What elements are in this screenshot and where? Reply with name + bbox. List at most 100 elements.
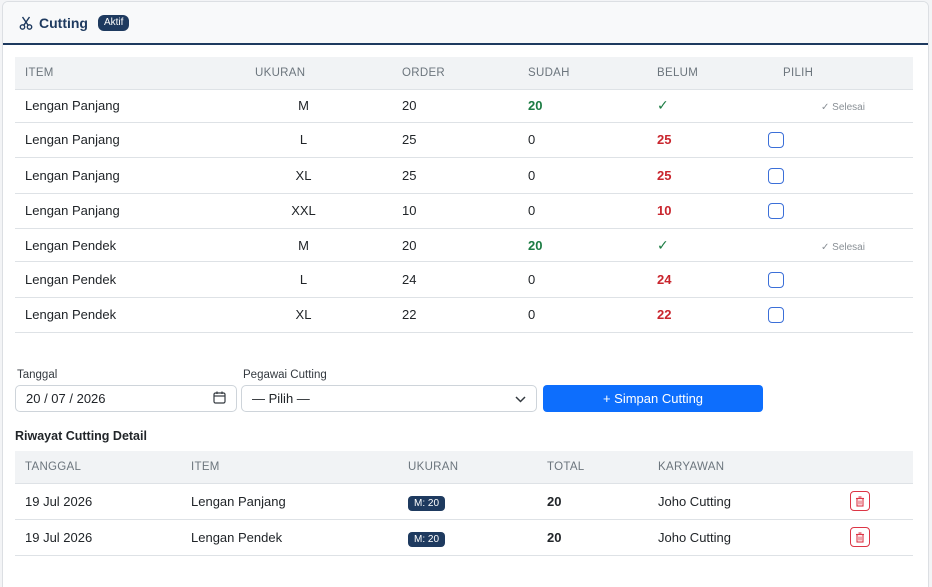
item-cell: Lengan Panjang — [15, 89, 245, 123]
tanggal-value: 20 / 07 / 2026 — [26, 391, 106, 406]
sudah-cell: 0 — [518, 261, 647, 298]
pilih-cell — [768, 122, 913, 158]
karyawan-cell: Joho Cutting — [648, 519, 830, 556]
order-cell: 25 — [392, 157, 518, 194]
table-row: Lengan Pendek L 24 0 24 — [15, 261, 913, 298]
belum-cell: 24 — [647, 261, 773, 298]
pilih-checkbox[interactable] — [768, 132, 784, 149]
sudah-cell: 0 — [518, 157, 647, 194]
item-cell: Lengan Pendek — [15, 297, 245, 333]
item-cell: Lengan Panjang — [15, 122, 245, 158]
total-cell: 20 — [537, 519, 648, 556]
history-title: Riwayat Cutting Detail — [15, 429, 147, 443]
status-badge: Aktif — [97, 14, 130, 31]
scissors-icon — [19, 16, 33, 30]
pilih-cell — [768, 157, 913, 194]
hist-ukuran-cell: M: 20 — [398, 519, 537, 556]
belum-cell: ✓ — [647, 89, 773, 123]
tanggal-field[interactable]: 20 / 07 / 2026 — [15, 385, 237, 412]
sudah-cell: 20 — [518, 89, 647, 123]
selesai-label: ✓ Selesai — [821, 102, 865, 113]
ukuran-cell: XXL — [245, 193, 392, 229]
col-total: TOTAL — [537, 451, 648, 484]
col-item: ITEM — [15, 57, 245, 90]
pilih-checkbox[interactable] — [768, 271, 784, 288]
pilih-checkbox[interactable] — [768, 203, 784, 220]
item-cell: Lengan Pendek — [15, 261, 245, 298]
pegawai-select[interactable]: — Pilih — — [241, 385, 537, 412]
karyawan-cell: Joho Cutting — [648, 483, 830, 520]
items-table-header: ITEM UKURAN ORDER SUDAH BELUM PILIH — [15, 57, 913, 90]
ukuran-cell: M — [245, 89, 392, 123]
order-cell: 20 — [392, 89, 518, 123]
pilih-cell: ✓ Selesai — [773, 89, 913, 123]
order-cell: 20 — [392, 228, 518, 262]
simpan-cutting-button[interactable]: + Simpan Cutting — [543, 385, 763, 412]
ukuran-cell: XL — [245, 297, 392, 333]
order-cell: 24 — [392, 261, 518, 298]
belum-cell: ✓ — [647, 228, 773, 262]
tanggal-label: Tanggal — [17, 369, 58, 381]
col-belum: BELUM — [647, 57, 773, 90]
col-hist-ukuran: UKURAN — [398, 451, 537, 484]
pilih-checkbox[interactable] — [768, 167, 784, 184]
history-row: 19 Jul 2026 Lengan Panjang M: 20 20 Joho Cut… — [15, 483, 913, 520]
tanggal-cell: 19 Jul 2026 — [15, 519, 181, 556]
table-row: Lengan Pendek M 20 20 ✓ ✓ Selesai — [15, 228, 913, 262]
hist-item-cell: Lengan Panjang — [181, 483, 398, 520]
pilih-cell — [768, 261, 913, 298]
col-pilih: PILIH — [773, 57, 913, 90]
pegawai-label: Pegawai Cutting — [243, 369, 327, 381]
history-row: 19 Jul 2026 Lengan Pendek M: 20 20 Joho Cutt… — [15, 519, 913, 556]
order-cell: 10 — [392, 193, 518, 229]
item-cell: Lengan Panjang — [15, 157, 245, 194]
col-sudah: SUDAH — [518, 57, 647, 90]
pilih-cell — [768, 297, 913, 333]
sudah-cell: 0 — [518, 193, 647, 229]
actions-cell — [830, 519, 913, 556]
ukuran-pill: M: 20 — [408, 531, 446, 547]
pegawai-selected: — Pilih — — [252, 391, 310, 406]
ukuran-cell: M — [245, 228, 392, 262]
pilih-cell — [768, 193, 913, 229]
sudah-cell: 20 — [518, 228, 647, 262]
table-row: Lengan Panjang XXL 10 0 10 — [15, 193, 913, 229]
table-row: Lengan Panjang XL 25 0 25 — [15, 157, 913, 194]
item-cell: Lengan Pendek — [15, 228, 245, 262]
calendar-icon[interactable] — [213, 391, 226, 407]
belum-cell: 25 — [647, 122, 773, 158]
delete-button[interactable] — [850, 491, 870, 511]
col-tanggal: TANGGAL — [15, 451, 181, 484]
selesai-label: ✓ Selesai — [821, 241, 865, 253]
order-cell: 25 — [392, 122, 518, 158]
actions-cell — [830, 483, 913, 520]
items-table: ITEM UKURAN ORDER SUDAH BELUM PILIH Leng… — [15, 57, 913, 333]
belum-cell: 10 — [647, 193, 773, 229]
col-karyawan: KARYAWAN — [648, 451, 830, 484]
delete-button[interactable] — [850, 527, 870, 547]
ukuran-cell: L — [245, 261, 392, 298]
trash-icon — [856, 495, 864, 507]
pilih-cell: ✓ Selesai — [773, 228, 913, 262]
col-ukuran: UKURAN — [245, 57, 392, 90]
table-row: Lengan Panjang M 20 20 ✓ ✓ Selesai — [15, 89, 913, 123]
ukuran-cell: XL — [245, 157, 392, 194]
tanggal-cell: 19 Jul 2026 — [15, 483, 181, 520]
hist-ukuran-cell: M: 20 — [398, 483, 537, 520]
total-cell: 20 — [537, 483, 648, 520]
item-cell: Lengan Panjang — [15, 193, 245, 229]
page-title: Cutting — [39, 14, 88, 31]
belum-cell: 22 — [647, 297, 773, 333]
ukuran-pill: M: 20 — [408, 495, 446, 511]
col-order: ORDER — [392, 57, 518, 90]
pilih-checkbox[interactable] — [768, 307, 784, 324]
sudah-cell: 0 — [518, 122, 647, 158]
belum-cell: 25 — [647, 157, 773, 194]
sudah-cell: 0 — [518, 297, 647, 333]
history-table: TANGGAL ITEM UKURAN TOTAL KARYAWAN 19 Ju… — [15, 451, 913, 556]
order-cell: 22 — [392, 297, 518, 333]
trash-icon — [856, 531, 864, 543]
chevron-down-icon — [515, 391, 526, 406]
col-actions — [830, 451, 913, 484]
col-hist-item: ITEM — [181, 451, 398, 484]
